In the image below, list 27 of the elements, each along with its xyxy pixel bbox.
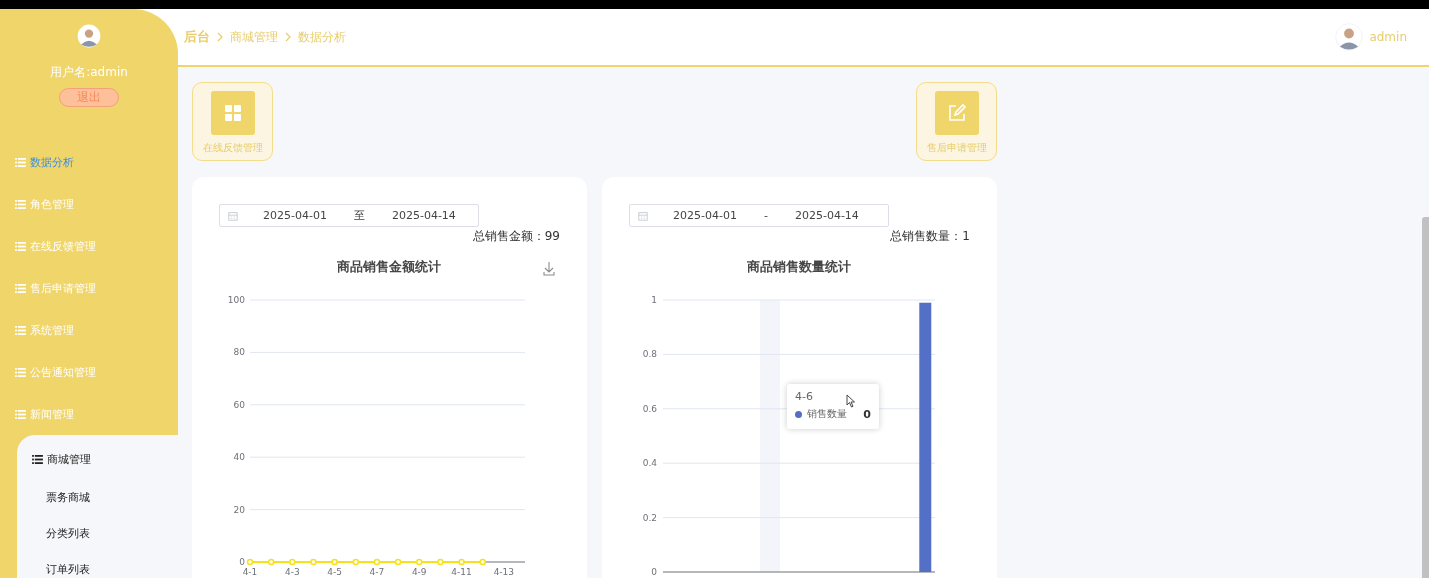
chart-title: 商品销售数量统计 (747, 259, 851, 274)
axis-label: 20 (233, 504, 245, 515)
axis-label: 1 (651, 295, 657, 305)
axis-label: 4-13 (493, 567, 515, 577)
axis-label: 0.8 (642, 349, 657, 360)
axis-label: 0 (651, 567, 657, 577)
series-value: 0 (863, 407, 871, 421)
username: 用户名:admin (50, 64, 128, 81)
total-text: 总销售数量：1 (889, 228, 971, 244)
axis-label: 0.4 (642, 458, 657, 469)
chart-title: 商品销售金额统计 (337, 259, 441, 274)
axis-label: 4-1 (242, 567, 258, 577)
axis-label: 4-5 (327, 567, 342, 577)
tooltip-title: 4-6 (795, 390, 813, 403)
axis-label: 4-11 (451, 567, 472, 577)
series-name: 销售数量 (807, 407, 848, 421)
axis-label: 0.2 (642, 512, 657, 523)
total-text: 总销售金额：99 (471, 228, 561, 244)
axis-label: 4-9 (411, 567, 427, 577)
axis-label: 100 (227, 295, 245, 305)
axis-label: 0 (239, 557, 245, 567)
axis-label: 4-3 (284, 567, 300, 577)
axis-label: 0.6 (642, 403, 657, 414)
axis-label: 80 (233, 347, 245, 358)
axis-label: 60 (233, 399, 245, 410)
axis-label: 4-7 (369, 567, 385, 577)
axis-label: 40 (233, 452, 245, 463)
